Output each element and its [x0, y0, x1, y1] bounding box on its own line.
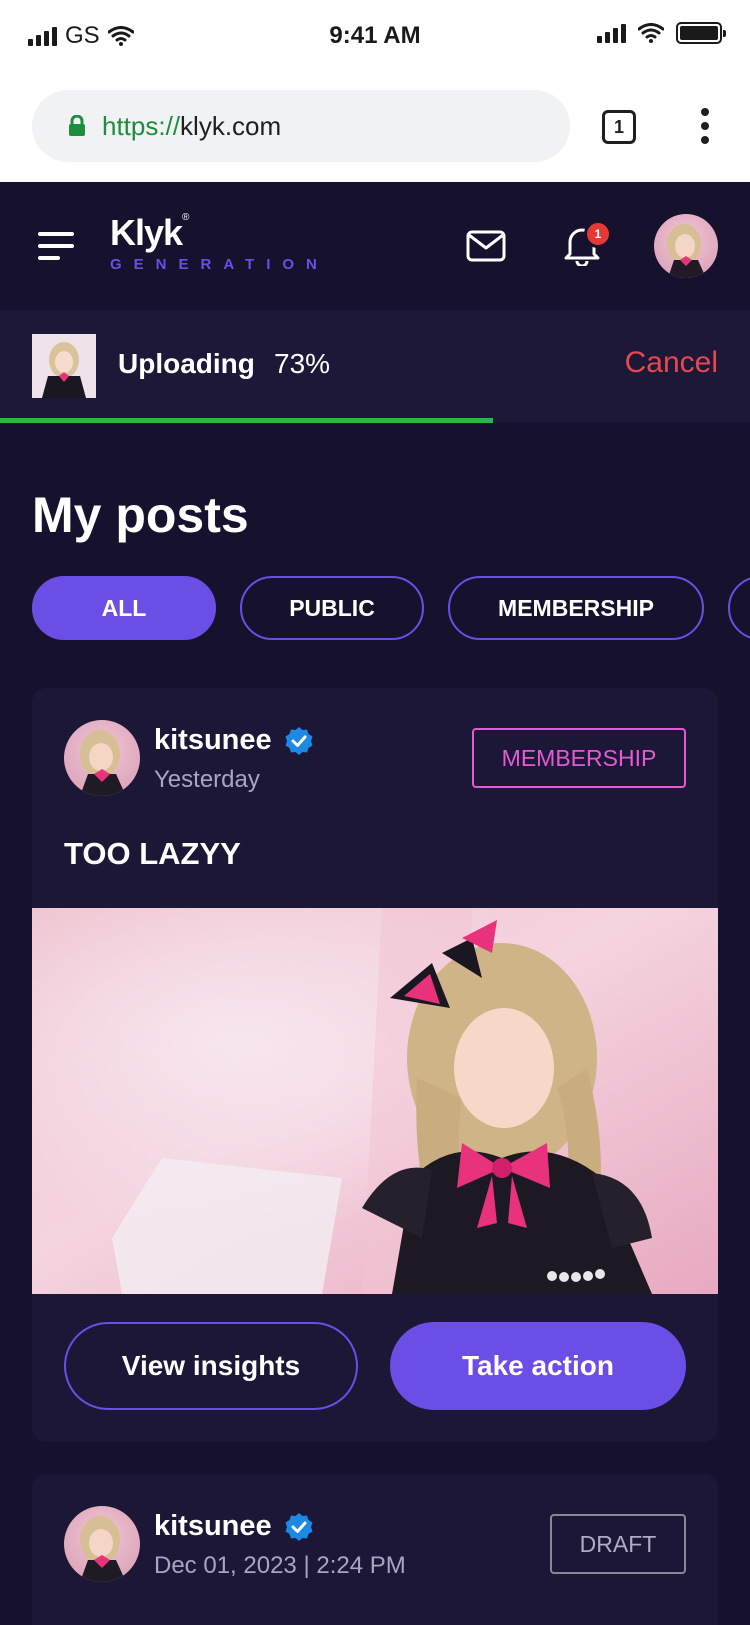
url-scheme: https://: [102, 110, 181, 141]
avatar[interactable]: [64, 720, 140, 796]
filter-membership[interactable]: MEMBERSHIP: [448, 576, 704, 640]
page-title: My posts: [32, 487, 249, 543]
post-title: TOO LAZYY: [64, 836, 241, 871]
post-image[interactable]: [32, 908, 718, 1294]
wifi-icon: [638, 23, 664, 43]
browser-menu-icon[interactable]: [700, 108, 710, 144]
post-card: kitsunee Dec 01, 2023 | 2:24 PM DRAFT: [32, 1474, 718, 1625]
notification-count-badge: 1: [584, 220, 612, 248]
username[interactable]: kitsunee: [154, 724, 314, 757]
status-bar: GS 9:41 AM: [0, 0, 750, 72]
draft-badge: DRAFT: [550, 1514, 686, 1574]
browser-bar: https://klyk.com 1: [0, 72, 750, 182]
upload-progress-bar: Uploading 73% Cancel: [0, 310, 750, 423]
username-text: kitsunee: [154, 724, 272, 756]
url-host: klyk.com: [180, 110, 282, 141]
address-bar[interactable]: https://klyk.com: [32, 90, 570, 162]
avatar[interactable]: [654, 214, 718, 278]
tab-switcher-button[interactable]: 1: [602, 110, 636, 144]
mail-icon[interactable]: [466, 230, 506, 262]
take-action-button[interactable]: Take action: [390, 1322, 686, 1410]
signal-icon: [597, 23, 626, 43]
post-card: kitsunee Yesterday MEMBERSHIP TOO LAZYY: [32, 688, 718, 1442]
status-icons: [597, 22, 726, 44]
username-text: kitsunee: [154, 1510, 272, 1542]
progress-track: [0, 418, 750, 423]
upload-percent: 73%: [274, 348, 331, 379]
avatar[interactable]: [64, 1506, 140, 1582]
filter-more[interactable]: [728, 576, 750, 640]
upload-label: Uploading: [118, 348, 255, 379]
logo-text: Klyk®: [110, 212, 189, 253]
membership-badge: MEMBERSHIP: [472, 728, 686, 788]
app-header: Klyk® GENERATION 1: [0, 182, 750, 310]
cancel-upload-button[interactable]: Cancel: [625, 346, 718, 380]
verified-icon: [285, 1512, 313, 1541]
username[interactable]: kitsunee: [154, 1510, 314, 1543]
filter-public[interactable]: PUBLIC: [240, 576, 424, 640]
post-timestamp: Yesterday: [154, 766, 260, 793]
logo[interactable]: Klyk® GENERATION: [110, 212, 329, 273]
view-insights-button[interactable]: View insights: [64, 1322, 358, 1410]
progress-fill: [0, 418, 493, 423]
filter-chips: ALL PUBLIC MEMBERSHIP: [32, 576, 750, 642]
upload-thumbnail: [32, 334, 96, 398]
filter-all[interactable]: ALL: [32, 576, 216, 640]
battery-icon: [676, 22, 726, 44]
menu-icon[interactable]: [38, 232, 74, 260]
lock-icon: [69, 115, 85, 136]
post-timestamp: Dec 01, 2023 | 2:24 PM: [154, 1552, 406, 1579]
logo-subtitle: GENERATION: [110, 256, 329, 273]
verified-icon: [285, 726, 313, 755]
